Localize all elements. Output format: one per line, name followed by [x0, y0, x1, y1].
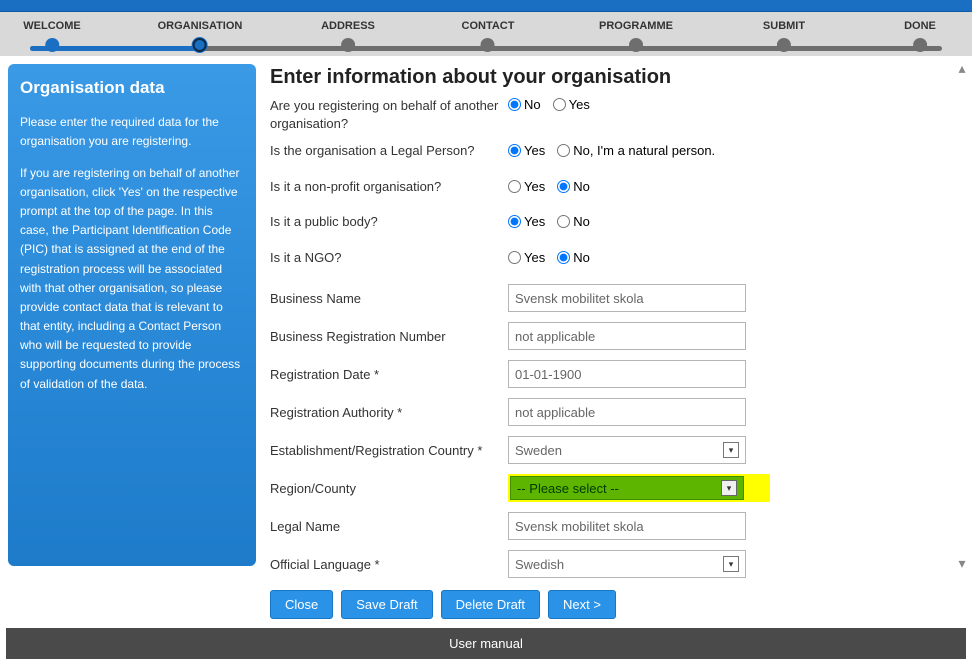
legal-no[interactable]: No, I'm a natural person.: [557, 143, 715, 158]
label-regauth: Registration Authority *: [270, 404, 508, 422]
row-behalf: Are you registering on behalf of another…: [270, 97, 954, 132]
row-region: Region/County -- Please select -- ▾: [270, 474, 954, 502]
chevron-down-icon: ▾: [723, 442, 739, 458]
step-dot-icon: [629, 38, 643, 52]
step-dot-icon: [341, 38, 355, 52]
row-country: Establishment/Registration Country * Swe…: [270, 436, 954, 464]
step-label: SUBMIT: [763, 20, 805, 32]
public-no[interactable]: No: [557, 214, 590, 229]
step-dot-icon: [481, 38, 495, 52]
step-submit[interactable]: SUBMIT: [763, 20, 805, 52]
select-country[interactable]: Sweden ▾: [508, 436, 746, 464]
input-regauth[interactable]: [508, 398, 746, 426]
chevron-down-icon: ▾: [721, 480, 737, 496]
step-organisation[interactable]: ORGANISATION: [158, 20, 243, 52]
nonprofit-no[interactable]: No: [557, 179, 590, 194]
delete-draft-button[interactable]: Delete Draft: [441, 590, 540, 619]
legal-yes[interactable]: Yes: [508, 143, 545, 158]
label-lang: Official Language *: [270, 556, 508, 574]
label-regnum: Business Registration Number: [270, 328, 508, 346]
row-nonprofit: Is it a non-profit organisation? Yes No: [270, 178, 954, 196]
step-label: DONE: [904, 20, 936, 32]
row-regdate: Registration Date *: [270, 360, 954, 388]
step-label: WELCOME: [23, 20, 80, 32]
top-bar: [0, 0, 972, 12]
ngo-yes[interactable]: Yes: [508, 250, 545, 265]
label-ngo: Is it a NGO?: [270, 249, 508, 267]
label-country: Establishment/Registration Country *: [270, 442, 508, 460]
button-bar: Close Save Draft Delete Draft Next >: [270, 590, 954, 619]
sidebar-help: Organisation data Please enter the requi…: [8, 64, 256, 566]
behalf-yes[interactable]: Yes: [553, 97, 590, 112]
label-region: Region/County: [270, 480, 508, 498]
public-yes[interactable]: Yes: [508, 214, 545, 229]
row-public: Is it a public body? Yes No: [270, 213, 954, 231]
row-bizname: Business Name: [270, 284, 954, 312]
label-behalf: Are you registering on behalf of another…: [270, 97, 508, 132]
row-regnum: Business Registration Number: [270, 322, 954, 350]
main-form: Enter information about your organisatio…: [270, 64, 964, 616]
input-regnum[interactable]: [508, 322, 746, 350]
step-label: ORGANISATION: [158, 20, 243, 32]
step-welcome[interactable]: WELCOME: [23, 20, 80, 52]
label-nonprofit: Is it a non-profit organisation?: [270, 178, 508, 196]
region-highlight: -- Please select -- ▾: [508, 474, 770, 502]
row-regauth: Registration Authority *: [270, 398, 954, 426]
input-legalname[interactable]: [508, 512, 746, 540]
close-button[interactable]: Close: [270, 590, 333, 619]
sidebar-para-1: Please enter the required data for the o…: [20, 113, 244, 151]
label-bizname: Business Name: [270, 290, 508, 308]
label-legal: Is the organisation a Legal Person?: [270, 142, 508, 160]
sidebar-para-2: If you are registering on behalf of anot…: [20, 164, 244, 394]
behalf-no[interactable]: No: [508, 97, 541, 112]
step-dot-icon: [193, 38, 207, 52]
select-region[interactable]: -- Please select -- ▾: [510, 476, 744, 500]
step-dot-icon: [777, 38, 791, 52]
label-regdate: Registration Date *: [270, 366, 508, 384]
next-button[interactable]: Next >: [548, 590, 616, 619]
nonprofit-yes[interactable]: Yes: [508, 179, 545, 194]
step-done[interactable]: DONE: [904, 20, 936, 52]
scroll-up-icon[interactable]: ▴: [954, 60, 970, 76]
step-label: ADDRESS: [321, 20, 375, 32]
ngo-no[interactable]: No: [557, 250, 590, 265]
content: Organisation data Please enter the requi…: [0, 56, 972, 616]
row-lang: Official Language * Swedish ▾: [270, 550, 954, 578]
label-public: Is it a public body?: [270, 213, 508, 231]
step-label: PROGRAMME: [599, 20, 673, 32]
row-legalname: Legal Name: [270, 512, 954, 540]
step-dot-icon: [45, 38, 59, 52]
step-dot-icon: [913, 38, 927, 52]
page-title: Enter information about your organisatio…: [270, 66, 954, 89]
step-address[interactable]: ADDRESS: [321, 20, 375, 52]
footer-user-manual[interactable]: User manual: [6, 628, 966, 659]
save-draft-button[interactable]: Save Draft: [341, 590, 432, 619]
label-legalname: Legal Name: [270, 518, 508, 536]
chevron-down-icon: ▾: [723, 556, 739, 572]
scroll-down-icon[interactable]: ▾: [954, 555, 970, 571]
step-label: CONTACT: [462, 20, 515, 32]
select-language[interactable]: Swedish ▾: [508, 550, 746, 578]
input-bizname[interactable]: [508, 284, 746, 312]
wizard-stepper: WELCOME ORGANISATION ADDRESS CONTACT PROGRAM…: [0, 12, 972, 56]
row-legal: Is the organisation a Legal Person? Yes …: [270, 142, 954, 160]
input-regdate[interactable]: [508, 360, 746, 388]
step-programme[interactable]: PROGRAMME: [599, 20, 673, 52]
sidebar-title: Organisation data: [20, 74, 244, 101]
step-contact[interactable]: CONTACT: [462, 20, 515, 52]
row-ngo: Is it a NGO? Yes No: [270, 249, 954, 267]
